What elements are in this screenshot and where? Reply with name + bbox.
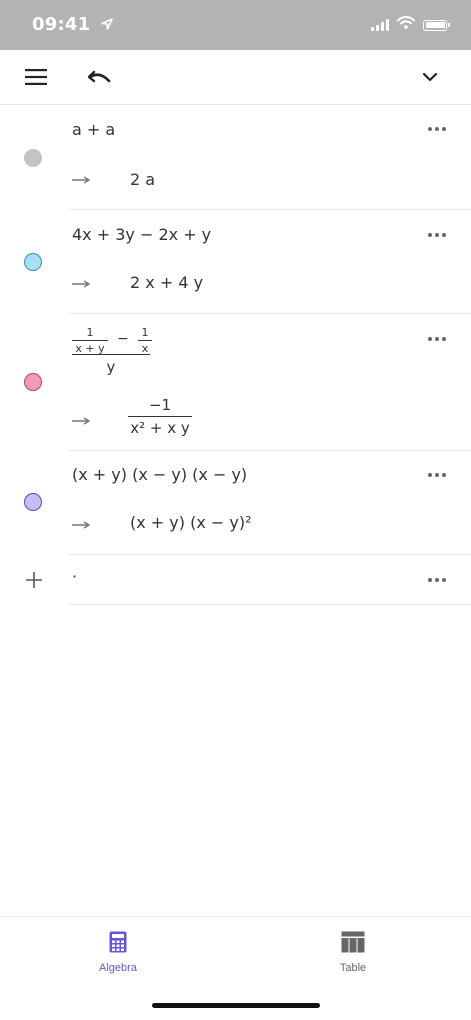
minus-sign: − xyxy=(117,331,129,347)
nav-label-algebra: Algebra xyxy=(99,962,137,974)
output-arrow-icon xyxy=(72,280,91,288)
entry-2-output: 2 x + 4 y xyxy=(130,273,204,292)
output-arrow-icon xyxy=(72,176,91,184)
status-time-text: 09:41 xyxy=(32,14,91,35)
more-options-icon[interactable] xyxy=(428,233,446,237)
nav-tab-algebra[interactable]: Algebra xyxy=(78,931,158,974)
toolbar xyxy=(0,50,471,105)
battery-icon xyxy=(423,19,450,31)
wifi-icon xyxy=(397,16,415,34)
hamburger-menu-icon[interactable] xyxy=(21,62,51,92)
entry-1-output: 2 a xyxy=(130,170,156,189)
visibility-toggle-1[interactable] xyxy=(24,149,42,167)
visibility-toggle-4[interactable] xyxy=(24,493,42,511)
second-fraction: 1 x xyxy=(138,326,152,355)
main-fraction-bar xyxy=(72,354,150,355)
entry-2-input[interactable]: 4x + 3y − 2x + y xyxy=(72,225,211,244)
status-time: 09:41 xyxy=(32,14,113,35)
new-entry-input[interactable]: · xyxy=(72,567,77,586)
more-options-icon[interactable] xyxy=(428,578,446,582)
visibility-toggle-2[interactable] xyxy=(24,253,42,271)
algebra-entry-2[interactable]: 4x + 3y − 2x + y 2 x + 4 y xyxy=(0,210,471,314)
more-options-icon[interactable] xyxy=(428,473,446,477)
entry-divider xyxy=(68,604,471,605)
plus-icon[interactable] xyxy=(25,571,43,594)
output-arrow-icon xyxy=(72,521,91,529)
algebra-entry-1[interactable]: a + a 2 a xyxy=(0,104,471,210)
visibility-toggle-3[interactable] xyxy=(24,373,42,391)
output-arrow-icon xyxy=(72,417,91,425)
chevron-down-icon[interactable] xyxy=(415,62,445,92)
new-entry-row[interactable]: · xyxy=(0,555,471,605)
status-bar: 09:41 xyxy=(0,0,471,50)
calculator-icon xyxy=(109,931,127,958)
entry-3-output: −1 x² + x y xyxy=(128,396,192,437)
home-indicator xyxy=(152,1003,320,1008)
more-options-icon[interactable] xyxy=(428,127,446,131)
more-options-icon[interactable] xyxy=(428,337,446,341)
nav-tab-table[interactable]: Table xyxy=(313,931,393,974)
location-arrow-icon xyxy=(100,18,113,34)
algebra-entry-4[interactable]: (x + y) (x − y) (x − y) (x + y) (x − y)² xyxy=(0,451,471,555)
cellular-signal-icon xyxy=(371,19,389,31)
algebra-entry-3[interactable]: 1 x + y − 1 x y −1 x² + x y xyxy=(0,314,471,451)
entry-4-output: (x + y) (x − y)² xyxy=(130,513,252,532)
entry-4-input[interactable]: (x + y) (x − y) (x − y) xyxy=(72,465,247,484)
status-icons xyxy=(371,14,450,36)
inner-fraction: 1 x + y xyxy=(72,326,108,355)
table-icon xyxy=(341,931,365,958)
nav-label-table: Table xyxy=(339,962,367,974)
main-denominator: y xyxy=(106,358,116,376)
entry-1-input[interactable]: a + a xyxy=(72,120,115,139)
undo-icon[interactable] xyxy=(85,62,115,92)
